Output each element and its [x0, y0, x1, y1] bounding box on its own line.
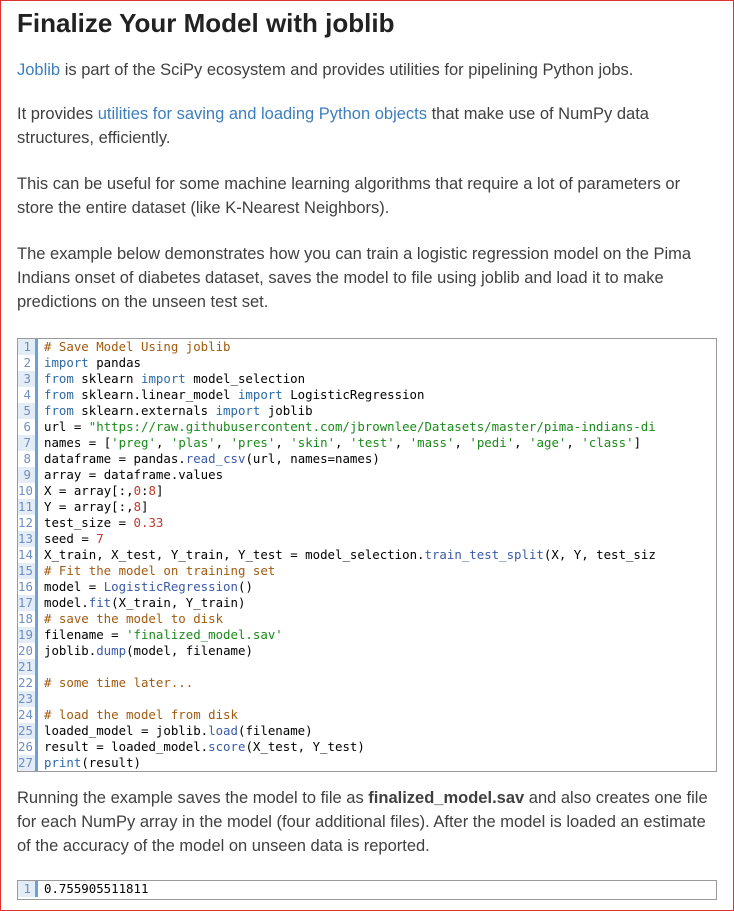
code-line: 22 # some time later...: [18, 675, 716, 691]
paragraph-utilities-before: It provides: [17, 105, 98, 123]
code-line-text: loaded_model = joblib.load(filename): [44, 723, 313, 738]
code-line: 18 # save the model to disk: [18, 611, 716, 627]
code-line-text: model = LogisticRegression(): [44, 579, 253, 594]
code-line-number: 12: [18, 515, 38, 531]
code-line: 12 test_size = 0.33: [18, 515, 716, 531]
code-line-number: 14: [18, 547, 38, 563]
code-line-number: 5: [18, 403, 38, 419]
code-line-number: 25: [18, 723, 38, 739]
paragraph-utilities: It provides utilities for saving and loa…: [17, 102, 717, 150]
code-line-number: 13: [18, 531, 38, 547]
filename-bold: finalized_model.sav: [368, 789, 525, 807]
code-line: 19 filename = 'finalized_model.sav': [18, 627, 716, 643]
code-line: 17 model.fit(X_train, Y_train): [18, 595, 716, 611]
code-line-number: 24: [18, 707, 38, 723]
code-line-text: from sklearn import model_selection: [44, 371, 306, 386]
utilities-link[interactable]: utilities for saving and loading Python …: [98, 105, 427, 123]
code-line-number: 18: [18, 611, 38, 627]
output-line-number: 1: [18, 881, 38, 897]
code-line-text: # Fit the model on training set: [44, 563, 276, 578]
code-line-number: 15: [18, 563, 38, 579]
code-line-text: joblib.dump(model, filename): [44, 643, 253, 658]
code-line: 5 from sklearn.externals import joblib: [18, 403, 716, 419]
code-line-text: array = dataframe.values: [44, 467, 224, 482]
code-line-number: 8: [18, 451, 38, 467]
code-line-number: 4: [18, 387, 38, 403]
code-line-number: 20: [18, 643, 38, 659]
output-line-text: 0.755905511811: [44, 881, 149, 896]
paragraph-joblib-intro: Joblib is part of the SciPy ecosystem an…: [17, 58, 633, 82]
paragraph-example-description: The example below demonstrates how you c…: [17, 245, 692, 311]
code-line: 13 seed = 7: [18, 531, 716, 547]
code-line: 8 dataframe = pandas.read_csv(url, names=…: [18, 451, 716, 467]
code-line-text: from sklearn.externals import joblib: [44, 403, 313, 418]
code-line: 14 X_train, X_test, Y_train, Y_test = mod…: [18, 547, 716, 563]
code-line-number: 21: [18, 659, 38, 675]
code-line-text: result = loaded_model.score(X_test, Y_te…: [44, 739, 365, 754]
code-line-text: # Save Model Using joblib: [44, 339, 231, 354]
code-line: 2 import pandas: [18, 355, 716, 371]
output-block[interactable]: 1 0.755905511811: [17, 880, 717, 900]
code-line-number: 9: [18, 467, 38, 483]
code-line-text: import pandas: [44, 355, 141, 370]
code-line-text: print(result): [44, 755, 142, 770]
code-line: 11 Y = array[:,8]: [18, 499, 716, 515]
code-line: 9 array = dataframe.values: [18, 467, 716, 483]
code-line-number: 3: [18, 371, 38, 387]
code-line-number: 2: [18, 355, 38, 371]
code-line-text: names = ['preg', 'plas', 'pres', 'skin',…: [44, 435, 642, 450]
code-line: 15 # Fit the model on training set: [18, 563, 716, 579]
code-line: 20 joblib.dump(model, filename): [18, 643, 716, 659]
code-line: 24 # load the model from disk: [18, 707, 716, 723]
code-line-text: dataframe = pandas.read_csv(url, names=n…: [44, 451, 380, 466]
code-line-text: url = "https://raw.githubusercontent.com…: [44, 419, 656, 434]
code-line: 1 # Save Model Using joblib: [18, 339, 716, 355]
code-line: 27 print(result): [18, 755, 716, 771]
code-line-text: # load the model from disk: [44, 707, 238, 722]
page-title: Finalize Your Model with joblib: [17, 8, 395, 38]
code-block[interactable]: 1 # Save Model Using joblib 2 import pandas…: [17, 338, 717, 772]
code-line-number: 7: [18, 435, 38, 451]
paragraph-running-example: Running the example saves the model to f…: [17, 786, 717, 858]
code-line-number: 23: [18, 691, 38, 707]
code-line-text: Y = array[:,8]: [44, 499, 149, 514]
joblib-link[interactable]: Joblib: [17, 61, 60, 79]
code-line: 21: [18, 659, 716, 675]
code-line: 23: [18, 691, 716, 707]
code-line-text: X_train, X_test, Y_train, Y_test = model…: [44, 547, 656, 562]
code-line: 25 loaded_model = joblib.load(filename): [18, 723, 716, 739]
code-line-number: 22: [18, 675, 38, 691]
code-line-number: 11: [18, 499, 38, 515]
code-line: 10 X = array[:,0:8]: [18, 483, 716, 499]
code-line-number: 16: [18, 579, 38, 595]
paragraph-joblib-intro-text: is part of the SciPy ecosystem and provi…: [60, 61, 634, 79]
code-line: 3 from sklearn import model_selection: [18, 371, 716, 387]
code-line-number: 17: [18, 595, 38, 611]
code-line-number: 27: [18, 755, 38, 771]
article-content: Finalize Your Model with joblib Joblib i…: [17, 0, 717, 900]
code-line-text: seed = 7: [44, 531, 104, 546]
code-line-number: 10: [18, 483, 38, 499]
code-line-text: X = array[:,0:8]: [44, 483, 164, 498]
code-line-number: 26: [18, 739, 38, 755]
paragraph-use-case: This can be useful for some machine lear…: [17, 175, 681, 217]
code-line: 26 result = loaded_model.score(X_test, Y_…: [18, 739, 716, 755]
code-line-text: # save the model to disk: [44, 611, 224, 626]
output-line: 1 0.755905511811: [18, 881, 716, 897]
code-line-text: from sklearn.linear_model import Logisti…: [44, 387, 425, 402]
paragraph-running-before: Running the example saves the model to f…: [17, 789, 369, 807]
code-line-text: filename = 'finalized_model.sav': [44, 627, 283, 642]
code-line-text: model.fit(X_train, Y_train): [44, 595, 246, 610]
code-line: 16 model = LogisticRegression(): [18, 579, 716, 595]
code-line: 7 names = ['preg', 'plas', 'pres', 'skin'…: [18, 435, 716, 451]
code-line-number: 1: [18, 339, 38, 355]
code-line-text: # some time later...: [44, 675, 194, 690]
code-line-number: 6: [18, 419, 38, 435]
code-line: 4 from sklearn.linear_model import Logist…: [18, 387, 716, 403]
code-line-text: test_size = 0.33: [44, 515, 164, 530]
code-line-number: 19: [18, 627, 38, 643]
code-line: 6 url = "https://raw.githubusercontent.co…: [18, 419, 716, 435]
